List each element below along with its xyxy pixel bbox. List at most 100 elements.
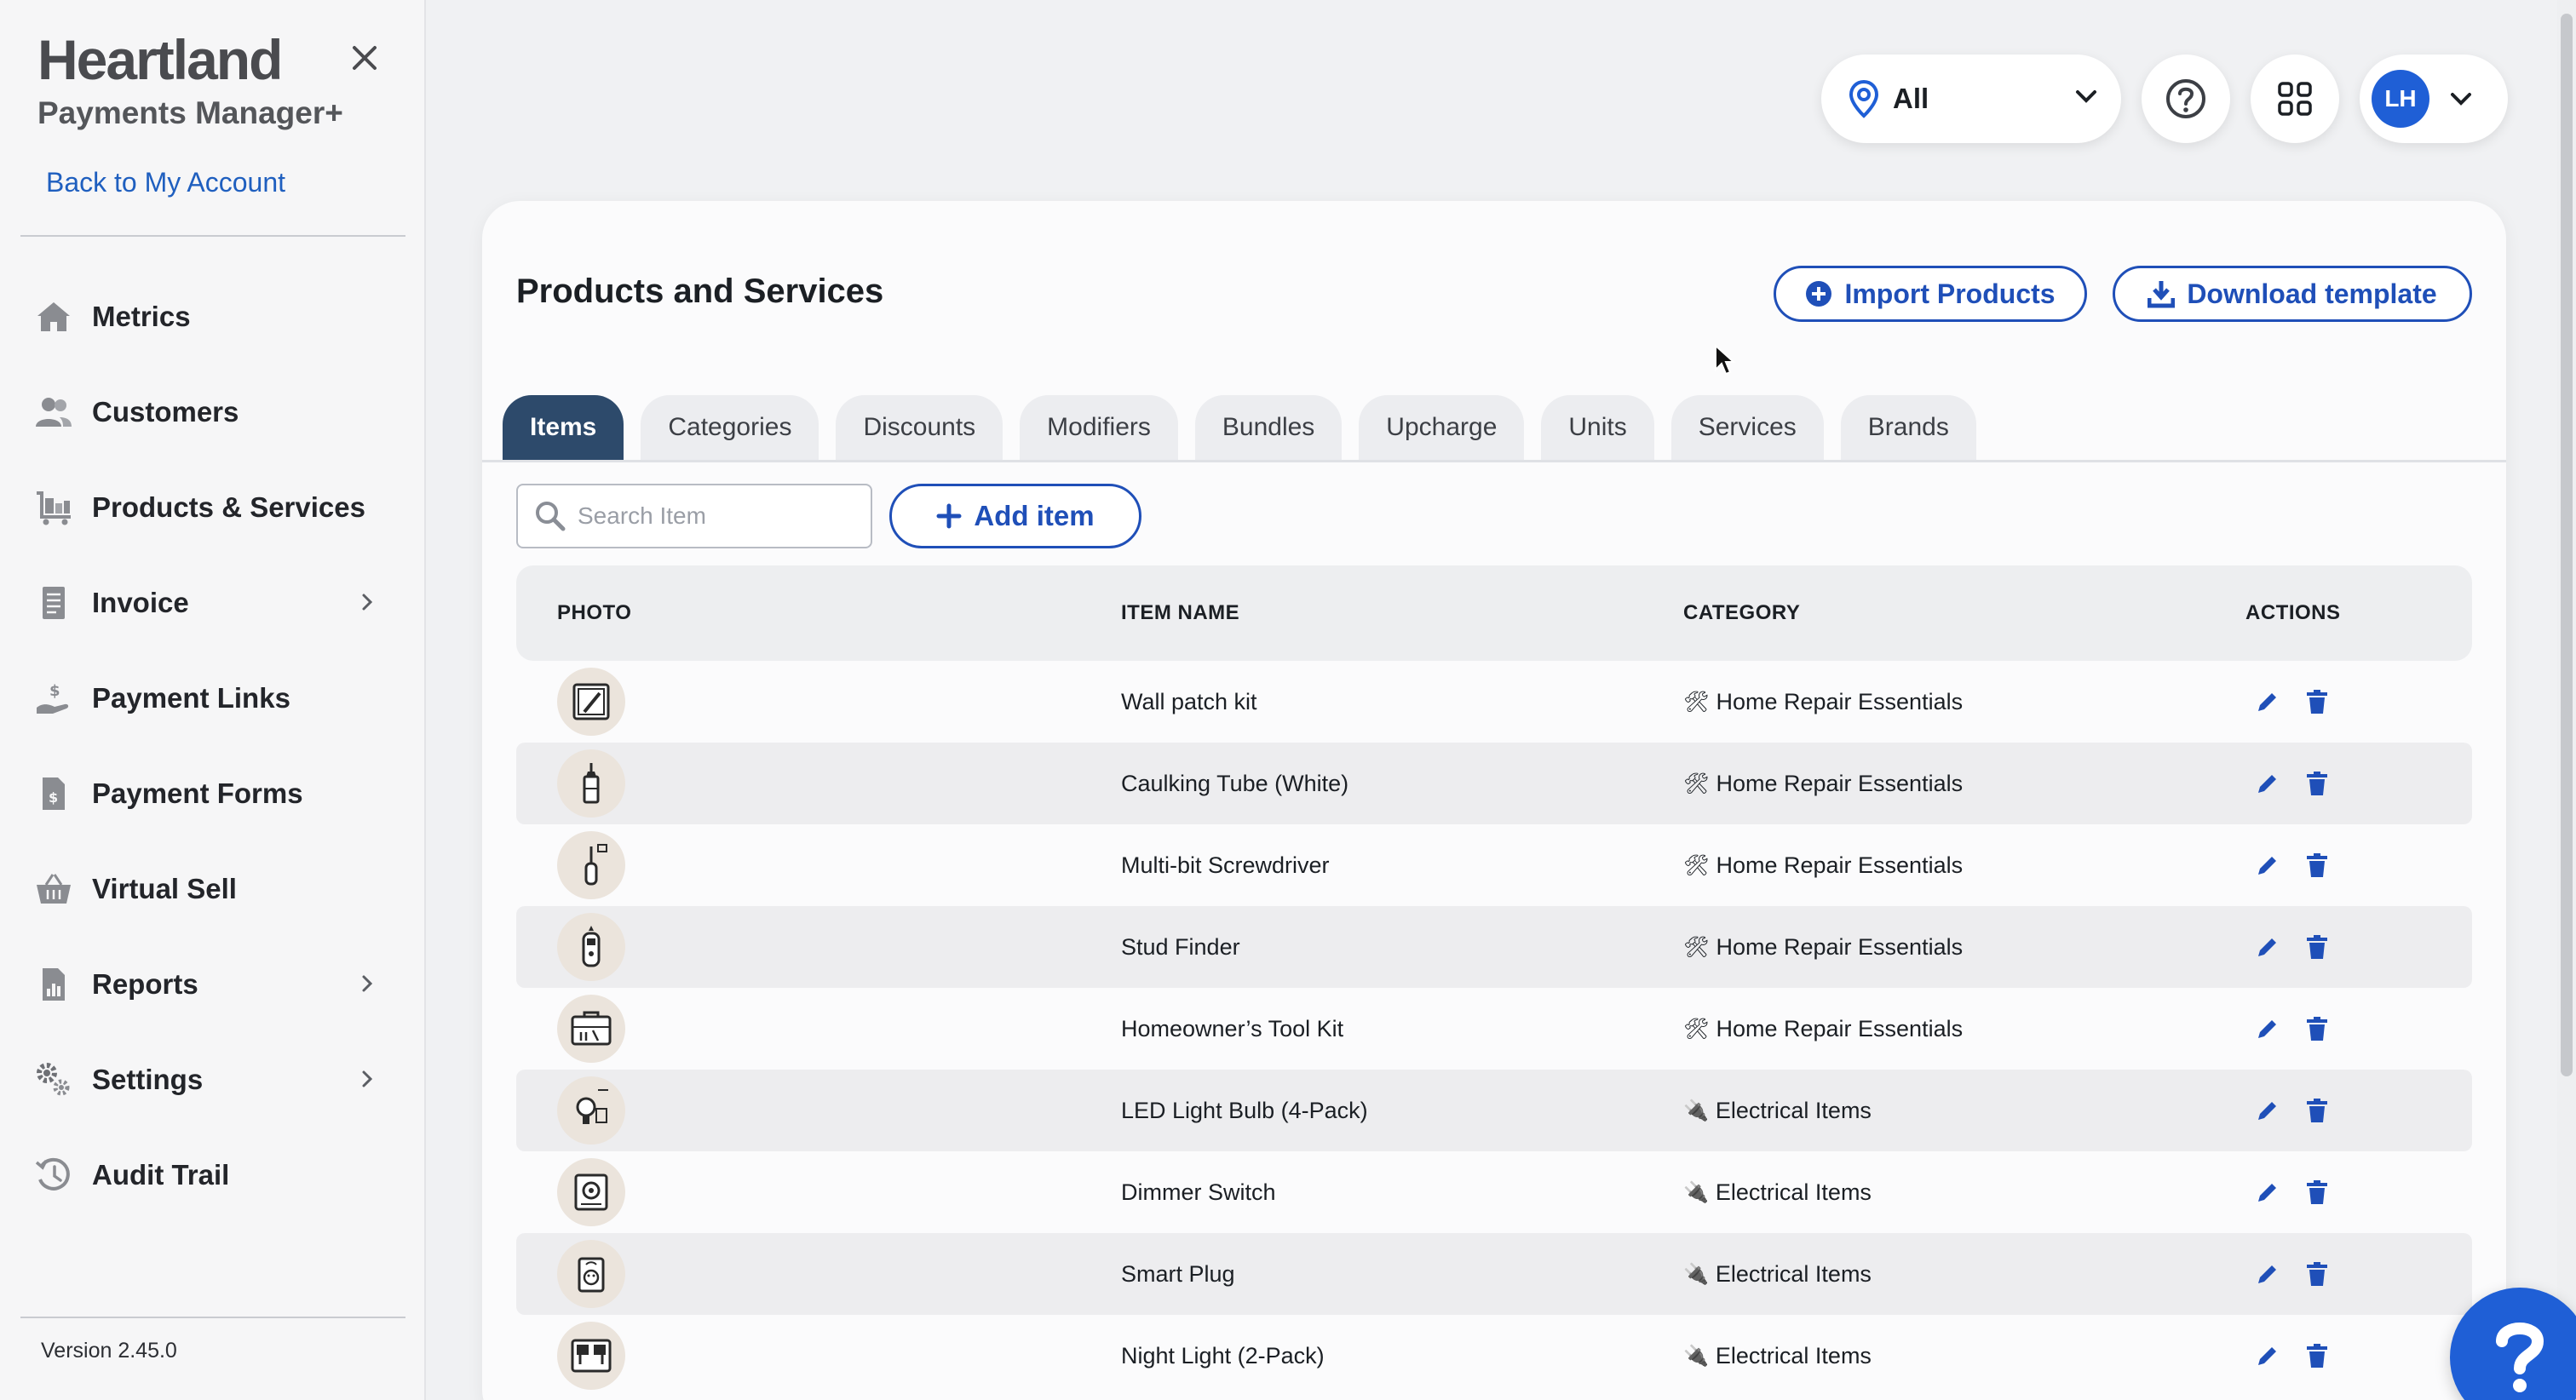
delete-icon[interactable] [2300,1175,2334,1209]
location-selector[interactable]: All [1821,55,2121,143]
plus-circle-icon [1805,280,1832,307]
sidebar-item-audit-trail[interactable]: Audit Trail [0,1127,426,1223]
edit-icon[interactable] [2251,1175,2285,1209]
tools-icon: 🛠 [1683,1017,1710,1041]
download-template-button[interactable]: Download template [2113,266,2472,322]
item-category: 🔌 Electrical Items [1683,1233,1872,1315]
add-item-button[interactable]: Add item [889,484,1141,548]
download-template-label: Download template [2187,278,2437,309]
chevron-down-icon [2076,90,2096,103]
item-name: Smart Plug [1121,1260,1235,1287]
scrollbar-thumb[interactable] [2561,14,2573,1076]
item-name: Stud Finder [1121,933,1240,960]
edit-icon[interactable] [2251,1093,2285,1127]
version-label: Version 2.45.0 [41,1339,177,1363]
items-table: PHOTO ITEM NAME CATEGORY ACTIONS Wall pa… [516,565,2472,1397]
edit-icon[interactable] [2251,685,2285,719]
grid-icon [2278,82,2312,116]
header-item-name: ITEM NAME [1121,601,1240,624]
delete-icon[interactable] [2300,1257,2334,1291]
sidebar-item-reports[interactable]: Reports [0,937,426,1032]
delete-icon[interactable] [2300,1012,2334,1046]
sidebar-item-virtual-sell[interactable]: Virtual Sell [0,841,426,937]
row-actions [2251,824,2334,906]
tab-categories[interactable]: Categories [641,395,819,460]
edit-icon[interactable] [2251,1257,2285,1291]
edit-icon[interactable] [2251,930,2285,964]
row-actions [2251,661,2334,743]
sidebar-item-label: Payment Links [92,682,290,714]
table-row[interactable]: Stud Finder 🛠 Home Repair Essentials [516,906,2472,988]
header-category: CATEGORY [1683,601,1801,624]
edit-icon[interactable] [2251,848,2285,882]
table-row[interactable]: Caulking Tube (White) 🛠 Home Repair Essen… [516,743,2472,824]
table-row[interactable]: LED Light Bulb (4-Pack) 🔌 Electrical Item… [516,1070,2472,1151]
sidebar-item-label: Payment Forms [92,777,303,809]
question-circle-icon [2166,79,2205,118]
sidebar-item-settings[interactable]: Settings [0,1032,426,1127]
delete-icon[interactable] [2300,1339,2334,1373]
tab-units[interactable]: Units [1541,395,1654,460]
patch-kit-icon [572,683,610,720]
back-to-account-link[interactable]: Back to My Account [46,167,285,198]
category-label: Home Repair Essentials [1716,933,1964,960]
tab-modifiers[interactable]: Modifiers [1020,395,1178,460]
apps-button[interactable] [2251,55,2339,143]
delete-icon[interactable] [2300,1093,2334,1127]
item-category: 🛠 Home Repair Essentials [1683,661,1963,743]
tab-upcharge[interactable]: Upcharge [1359,395,1525,460]
caulk-tube-icon [583,763,600,804]
brand-name: Heartland [37,28,283,91]
sidebar-item-customers[interactable]: Customers [0,364,426,460]
page-title: Products and Services [516,273,884,310]
edit-icon[interactable] [2251,1012,2285,1046]
row-actions [2251,1070,2334,1151]
sidebar-item-payment-forms[interactable]: $ Payment Forms [0,746,426,841]
tab-brands[interactable]: Brands [1840,395,1976,460]
close-sidebar-button[interactable] [344,37,385,78]
sidebar-item-invoice[interactable]: Invoice [0,555,426,651]
search-field[interactable] [516,484,872,548]
item-name: LED Light Bulb (4-Pack) [1121,1097,1368,1123]
sidebar-item-products-services[interactable]: Products & Services [0,460,426,555]
tab-services[interactable]: Services [1670,395,1824,460]
sidebar-item-label: Products & Services [92,491,365,523]
tab-discounts[interactable]: Discounts [836,395,1003,460]
tab-bundles[interactable]: Bundles [1194,395,1343,460]
table-row[interactable]: Dimmer Switch 🔌 Electrical Items [516,1151,2472,1233]
chevron-right-icon [353,1064,382,1093]
help-button[interactable] [2142,55,2230,143]
table-row[interactable]: Multi-bit Screwdriver 🛠 Home Repair Essen… [516,824,2472,906]
invoice-icon [32,582,75,624]
tab-bar: Items Categories Discounts Modifiers Bun… [503,395,1993,460]
delete-icon[interactable] [2300,848,2334,882]
plug-icon: 🔌 [1683,1344,1709,1368]
dimmer-icon [574,1173,608,1211]
tab-items[interactable]: Items [503,395,624,460]
table-row[interactable]: Homeowner’s Tool Kit 🛠 Home Repair Essent… [516,988,2472,1070]
import-products-button[interactable]: Import Products [1774,266,2087,322]
delete-icon[interactable] [2300,930,2334,964]
sidebar-nav: Metrics Customers Products & Services In… [0,269,426,1223]
svg-text:$: $ [49,789,58,806]
sidebar-item-payment-links[interactable]: $ Payment Links [0,651,426,746]
screwdriver-icon [584,844,607,886]
item-photo [557,1076,625,1145]
edit-icon[interactable] [2251,1339,2285,1373]
tools-icon: 🛠 [1683,853,1710,877]
delete-icon[interactable] [2300,766,2334,800]
history-icon [32,1154,75,1196]
table-row[interactable]: Smart Plug 🔌 Electrical Items [516,1233,2472,1315]
item-category: 🔌 Electrical Items [1683,1315,1872,1397]
delete-icon[interactable] [2300,685,2334,719]
item-photo [557,1158,625,1226]
search-input[interactable] [578,502,867,530]
table-row[interactable]: Wall patch kit 🛠 Home Repair Essentials [516,661,2472,743]
table-row[interactable]: Night Light (2-Pack) 🔌 Electrical Items [516,1315,2472,1397]
sidebar-item-metrics[interactable]: Metrics [0,269,426,364]
plug-icon: 🔌 [1683,1099,1709,1122]
user-menu[interactable]: LH [2360,55,2508,143]
edit-icon[interactable] [2251,766,2285,800]
bulb-icon [576,1089,608,1124]
tools-icon: 🛠 [1683,690,1710,714]
